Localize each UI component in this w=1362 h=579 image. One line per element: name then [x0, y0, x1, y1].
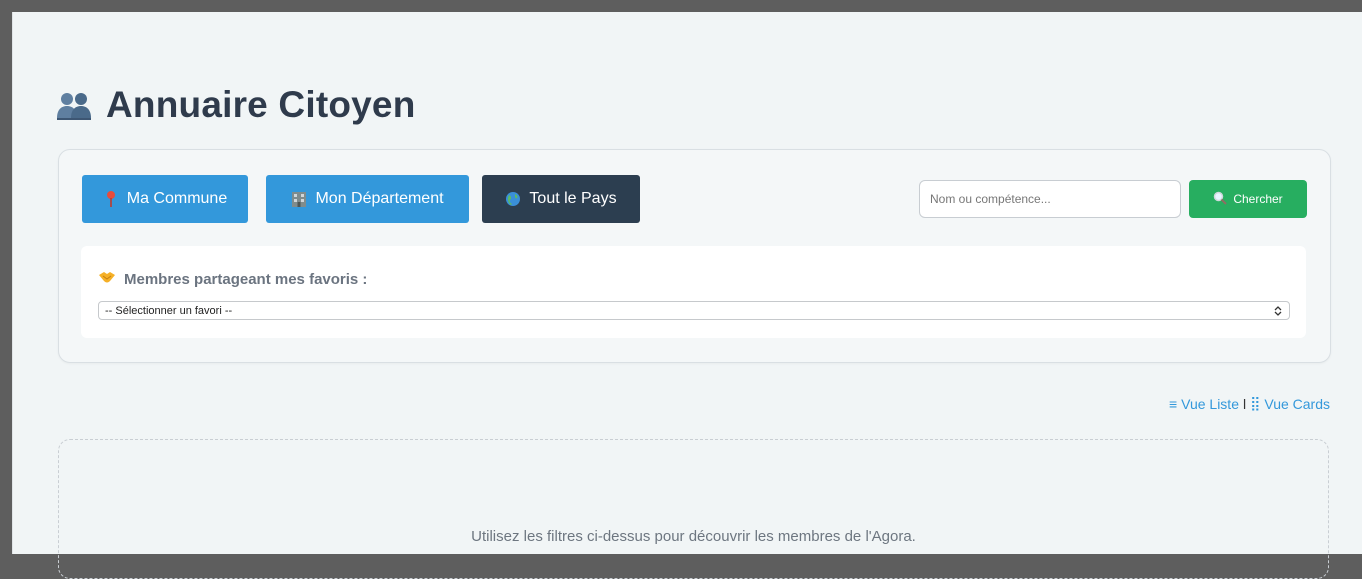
results-area: Utilisez les filtres ci-dessus pour déco…: [58, 439, 1329, 579]
ma-commune-button[interactable]: Ma Commune: [82, 175, 248, 223]
page-title-text: Annuaire Citoyen: [106, 84, 416, 125]
cards-view-link[interactable]: ⣿ Vue Cards: [1250, 395, 1330, 412]
empty-state-message: Utilisez les filtres ci-dessus pour déco…: [471, 528, 916, 545]
pin-icon: [103, 190, 119, 208]
search-input[interactable]: [919, 180, 1181, 218]
globe-icon: [505, 190, 521, 208]
favorites-label: Membres partageant mes favoris :: [98, 270, 367, 288]
grid-icon: ⣿: [1250, 395, 1261, 411]
list-icon: ≡: [1168, 395, 1178, 412]
chevron-updown-icon: [1273, 305, 1283, 317]
mon-departement-button[interactable]: Mon Département: [266, 175, 469, 223]
tout-le-pays-button[interactable]: Tout le Pays: [482, 175, 640, 223]
handshake-icon: [98, 270, 116, 288]
view-toggle: ≡ Vue Liste l ⣿ Vue Cards: [1169, 395, 1330, 412]
building-icon: [291, 190, 307, 208]
favorites-card: Membres partageant mes favoris : -- Séle…: [81, 246, 1306, 338]
page-title: Annuaire Citoyen: [54, 84, 416, 126]
view-separator: l: [1242, 395, 1247, 412]
search-button[interactable]: Chercher: [1189, 180, 1307, 218]
users-icon: [54, 85, 94, 125]
list-view-link[interactable]: ≡ Vue Liste: [1169, 396, 1239, 412]
magnifier-icon: [1213, 191, 1228, 208]
filter-panel: Ma Commune Mon Département Tout le Pays …: [58, 149, 1331, 363]
favorite-select[interactable]: -- Sélectionner un favori --: [98, 301, 1290, 320]
page: Annuaire Citoyen Ma Commune Mon Départem…: [12, 12, 1362, 579]
